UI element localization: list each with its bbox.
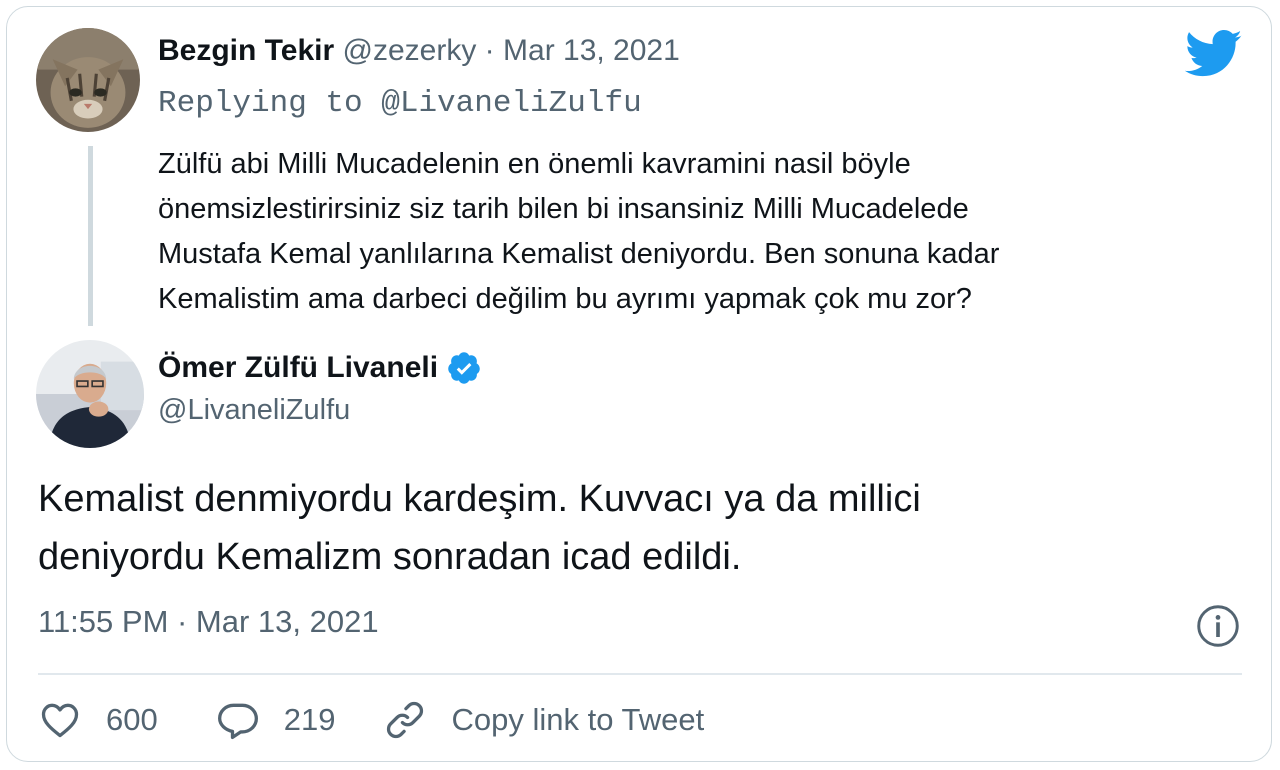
like-count: 600	[106, 702, 158, 737]
reply-tweet-header: Bezgin Tekir @zezerky · Mar 13, 2021	[158, 34, 680, 68]
main-author-name[interactable]: Ömer Zülfü Livaneli	[158, 351, 438, 385]
reply-text-line: Kemalistim ama darbeci değilim bu ayrımı…	[158, 283, 972, 315]
main-text-line: deniyordu Kemalizm sonradan icad edildi.	[38, 536, 742, 578]
info-icon[interactable]	[1196, 604, 1240, 648]
tweet-timestamp[interactable]: 11:55 PM · Mar 13, 2021	[38, 604, 379, 640]
reply-button[interactable]: 219	[216, 698, 336, 742]
like-button[interactable]: 600	[38, 698, 158, 742]
divider	[38, 673, 1242, 675]
thread-connector	[88, 146, 93, 326]
reply-separator: ·	[484, 34, 495, 67]
verified-badge-icon	[446, 350, 482, 386]
reply-text-line: Mustafa Kemal yanlılarına Kemalist deniy…	[158, 238, 1000, 270]
reply-date[interactable]: Mar 13, 2021	[503, 34, 680, 67]
avatar-livaneli[interactable]	[36, 340, 144, 448]
speech-bubble-icon	[216, 698, 260, 742]
heart-icon	[38, 698, 82, 742]
reply-text-line: önemsizlestirirsiniz siz tarih bilen bi …	[158, 193, 969, 225]
main-tweet-text: Kemalist denmiyordu kardeşim. Kuvvacı ya…	[38, 470, 1218, 586]
twitter-bird-icon[interactable]	[1185, 30, 1243, 78]
main-text-line: Kemalist denmiyordu kardeşim. Kuvvacı ya…	[38, 478, 921, 520]
avatar-bezgin-tekir[interactable]	[36, 28, 140, 132]
reply-text-line: Zülfü abi Milli Mucadelenin en önemli ka…	[158, 148, 911, 180]
reply-tweet-text: Zülfü abi Milli Mucadelenin en önemli ka…	[158, 142, 1198, 322]
replying-to-label[interactable]: Replying to @LivaneliZulfu	[158, 86, 642, 121]
link-icon	[383, 698, 427, 742]
main-author-handle[interactable]: @LivaneliZulfu	[158, 394, 350, 427]
copy-link-button[interactable]: Copy link to Tweet	[383, 698, 704, 742]
reply-author-handle[interactable]: @zezerky	[343, 34, 477, 67]
reply-count: 219	[283, 702, 336, 737]
main-author-name-row: Ömer Zülfü Livaneli	[158, 350, 482, 386]
reply-author-name[interactable]: Bezgin Tekir	[158, 34, 334, 67]
copy-link-label: Copy link to Tweet	[451, 702, 705, 737]
tweet-actions-bar: 600 219 Copy link to Tweet	[38, 695, 704, 745]
